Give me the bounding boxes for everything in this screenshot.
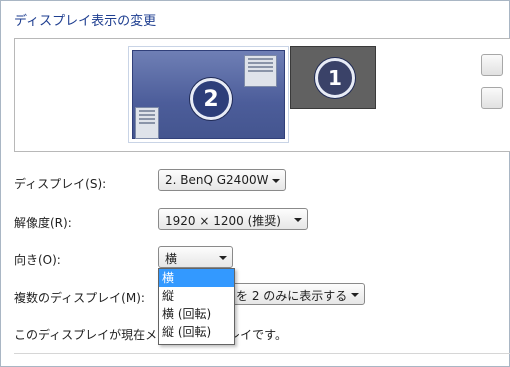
orientation-dropdown-list: 横 縦 横 (回転) 縦 (回転) bbox=[158, 268, 235, 345]
divider bbox=[14, 353, 510, 354]
chevron-down-icon bbox=[272, 179, 280, 183]
chevron-down-icon bbox=[219, 256, 227, 260]
current-display-status: このディスプレイが現在メ プレイです。 bbox=[14, 326, 287, 343]
orientation-option-portrait-flipped[interactable]: 縦 (回転) bbox=[159, 323, 234, 341]
monitor-1-thumbnail[interactable]: 1 bbox=[290, 46, 376, 109]
display-select[interactable]: 2. BenQ G2400W bbox=[158, 169, 286, 191]
status-text-left: このディスプレイが現在メ bbox=[14, 328, 158, 342]
resolution-label: 解像度(R): bbox=[14, 216, 72, 230]
monitor-1-number-badge: 1 bbox=[315, 58, 355, 98]
window-thumbnail-icon bbox=[135, 107, 159, 139]
display-select-value: 2. BenQ G2400W bbox=[165, 173, 269, 187]
monitor-2-screen: 2 bbox=[132, 50, 285, 139]
display-label: ディスプレイ(S): bbox=[14, 177, 107, 191]
multiple-displays-select-value: を 2 のみに表示する bbox=[236, 289, 348, 303]
orientation-option-landscape[interactable]: 横 bbox=[159, 269, 234, 287]
chevron-down-icon bbox=[294, 218, 302, 222]
orientation-label: 向き(O): bbox=[14, 253, 61, 267]
identify-button[interactable] bbox=[481, 87, 503, 109]
monitor-2-thumbnail[interactable]: 2 bbox=[128, 46, 289, 143]
multiple-displays-label: 複数のディスプレイ(M): bbox=[14, 291, 145, 305]
orientation-option-landscape-flipped[interactable]: 横 (回転) bbox=[159, 305, 234, 323]
resolution-select-value: 1920 × 1200 (推奨) bbox=[165, 214, 281, 228]
multiple-displays-select[interactable]: を 2 のみに表示する bbox=[213, 283, 365, 305]
page-title: ディスプレイ表示の変更 bbox=[14, 14, 157, 29]
detect-button[interactable] bbox=[481, 54, 503, 76]
orientation-select-value: 横 bbox=[165, 252, 178, 266]
resolution-select[interactable]: 1920 × 1200 (推奨) bbox=[158, 208, 308, 230]
monitor-preview-area: 2 1 bbox=[14, 38, 510, 152]
orientation-option-portrait[interactable]: 縦 bbox=[159, 287, 234, 305]
monitor-2-number-badge: 2 bbox=[190, 78, 232, 120]
display-settings-panel: ディスプレイ表示の変更 2 1 ディスプレイ(S): 2. BenQ G2400… bbox=[0, 0, 510, 367]
window-thumbnail-icon bbox=[244, 55, 277, 87]
chevron-down-icon bbox=[351, 293, 359, 297]
orientation-select[interactable]: 横 bbox=[158, 246, 233, 268]
